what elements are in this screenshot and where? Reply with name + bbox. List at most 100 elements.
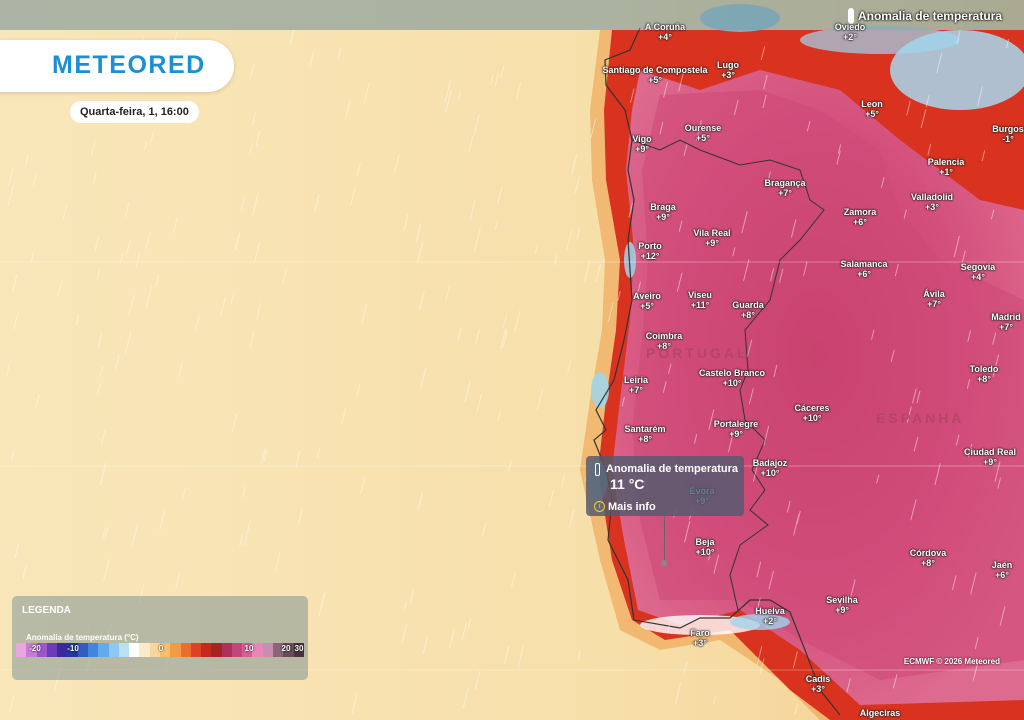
- city-anomaly-value: +7°: [927, 299, 941, 309]
- city-name: Braga: [650, 202, 676, 212]
- city-name: Viseu: [688, 290, 712, 300]
- city-anomaly-value: +10°: [802, 413, 822, 423]
- city-anomaly-value: +10°: [722, 378, 742, 388]
- legend-ticks: -20 -10 0 10 20 30: [16, 643, 304, 657]
- city-anomaly-value: +5°: [865, 109, 879, 119]
- value-tooltip[interactable]: Anomalia de temperatura 11 °C i Mais inf…: [586, 456, 744, 516]
- city-anomaly-value: +6°: [857, 269, 871, 279]
- more-info-link[interactable]: Mais info: [608, 501, 656, 513]
- city-name: Leiria: [623, 375, 649, 385]
- city-label[interactable]: Córdova +8°: [910, 548, 947, 568]
- city-label[interactable]: Leon +5°: [861, 99, 883, 119]
- legend-tick-label: 20: [281, 644, 291, 653]
- city-label[interactable]: Sevilha +9°: [826, 595, 858, 615]
- city-label[interactable]: Vigo +9°: [632, 134, 651, 154]
- city-name: Santarém: [624, 424, 666, 434]
- city-name: Leon: [861, 99, 883, 109]
- city-anomaly-value: +4°: [971, 272, 985, 282]
- city-label[interactable]: Palencia +1°: [928, 157, 965, 177]
- city-label[interactable]: Huelva +2°: [755, 606, 785, 626]
- city-label[interactable]: Aveiro +5°: [633, 291, 661, 311]
- city-label[interactable]: Toledo +8°: [970, 364, 999, 384]
- city-label[interactable]: Braga +9°: [650, 202, 676, 222]
- city-label[interactable]: Santiago de Compostela +5°: [602, 65, 707, 85]
- city-label[interactable]: Faro +3°: [690, 628, 710, 648]
- city-label[interactable]: Beja +10°: [695, 537, 714, 557]
- city-label[interactable]: Oviedo +2°: [835, 22, 866, 42]
- city-anomaly-value: +7°: [629, 385, 643, 395]
- city-anomaly-value: +3°: [721, 70, 735, 80]
- city-anomaly-value: +10°: [695, 547, 715, 557]
- city-name: Portalegre: [713, 419, 759, 429]
- city-name: Badajoz: [752, 458, 788, 468]
- legend-tick-label: -10: [67, 644, 79, 653]
- city-anomaly-value: +2°: [843, 32, 857, 42]
- city-label[interactable]: Lugo +3°: [717, 60, 739, 80]
- city-anomaly-value: +2°: [763, 616, 777, 626]
- city-label[interactable]: Algeciras: [860, 708, 901, 718]
- city-anomaly-value: +7°: [999, 322, 1013, 332]
- legend-title: LEGENDA: [22, 605, 71, 616]
- legend-tick-label: -20: [29, 644, 41, 653]
- city-label[interactable]: Ávila +7°: [923, 289, 945, 309]
- city-label[interactable]: Santarém +8°: [624, 424, 665, 444]
- city-anomaly-value: +6°: [853, 217, 867, 227]
- city-label[interactable]: Leiria +7°: [624, 375, 648, 395]
- tooltip-pointer: [664, 516, 665, 562]
- city-name: Palencia: [927, 157, 965, 167]
- legend-tick-label: 0: [158, 644, 164, 653]
- city-name: Guarda: [732, 300, 764, 310]
- city-name: Aveiro: [633, 291, 661, 301]
- city-anomaly-value: +3°: [925, 202, 939, 212]
- city-label[interactable]: Castelo Branco +10°: [699, 368, 765, 388]
- city-label[interactable]: Ourense +5°: [685, 123, 722, 143]
- city-label[interactable]: A Coruña +4°: [645, 22, 685, 42]
- location-marker[interactable]: [661, 560, 667, 566]
- city-name: Cadis: [805, 674, 831, 684]
- city-name: Zamora: [843, 207, 877, 217]
- city-label[interactable]: Ciudad Real +9°: [964, 447, 1016, 467]
- city-label[interactable]: Porto +12°: [638, 241, 662, 261]
- city-label[interactable]: Portalegre +9°: [714, 419, 759, 439]
- city-label[interactable]: Guarda +8°: [732, 300, 764, 320]
- city-anomaly-value: +9°: [729, 429, 743, 439]
- city-label[interactable]: Salamanca +6°: [840, 259, 887, 279]
- city-name: Toledo: [969, 364, 999, 374]
- city-label[interactable]: Vila Real +9°: [693, 228, 730, 248]
- city-label[interactable]: Zamora +6°: [844, 207, 877, 227]
- city-name: Vigo: [632, 134, 652, 144]
- date-label: Quarta-feira, 1, 16:00: [70, 101, 199, 123]
- city-name: Castelo Branco: [698, 368, 766, 378]
- city-label[interactable]: Jaén +6°: [992, 560, 1013, 580]
- tooltip-value: 11 °C: [610, 476, 645, 492]
- city-label[interactable]: Valladolid +3°: [911, 192, 953, 212]
- city-name: Córdova: [909, 548, 947, 558]
- city-name: Oviedo: [834, 22, 866, 32]
- city-name: Burgos: [992, 124, 1024, 134]
- city-name: Jaén: [991, 560, 1013, 570]
- city-name: Huelva: [755, 606, 785, 616]
- country-label-portugal: PORTUGAL: [646, 345, 749, 361]
- city-anomaly-value: +8°: [741, 310, 755, 320]
- city-name: Porto: [638, 241, 662, 251]
- thermometer-icon: [595, 463, 600, 476]
- city-anomaly-value: +9°: [835, 605, 849, 615]
- city-label[interactable]: Badajoz +10°: [753, 458, 788, 478]
- city-label[interactable]: Cáceres +10°: [794, 403, 829, 423]
- city-anomaly-value: +6°: [995, 570, 1009, 580]
- city-label[interactable]: Cadis +3°: [806, 674, 831, 694]
- meteored-logo[interactable]: METEORED: [52, 51, 206, 80]
- legend-tick-label: 10: [244, 644, 254, 653]
- city-label[interactable]: Burgos -1°: [992, 124, 1024, 144]
- city-label[interactable]: Segovia +4°: [961, 262, 996, 282]
- info-icon[interactable]: i: [594, 501, 605, 512]
- city-label[interactable]: Viseu +11°: [688, 290, 712, 310]
- city-name: Sevilha: [826, 595, 858, 605]
- city-name: Coimbra: [645, 331, 683, 341]
- city-label[interactable]: Bragança +7°: [764, 178, 805, 198]
- city-name: Faro: [690, 628, 710, 638]
- legend-panel[interactable]: LEGENDA Anomalia de temperatura (°C) -20…: [12, 596, 308, 680]
- city-name: Santiago de Compostela: [602, 65, 708, 75]
- city-label[interactable]: Madrid +7°: [991, 312, 1021, 332]
- city-anomaly-value: +10°: [760, 468, 780, 478]
